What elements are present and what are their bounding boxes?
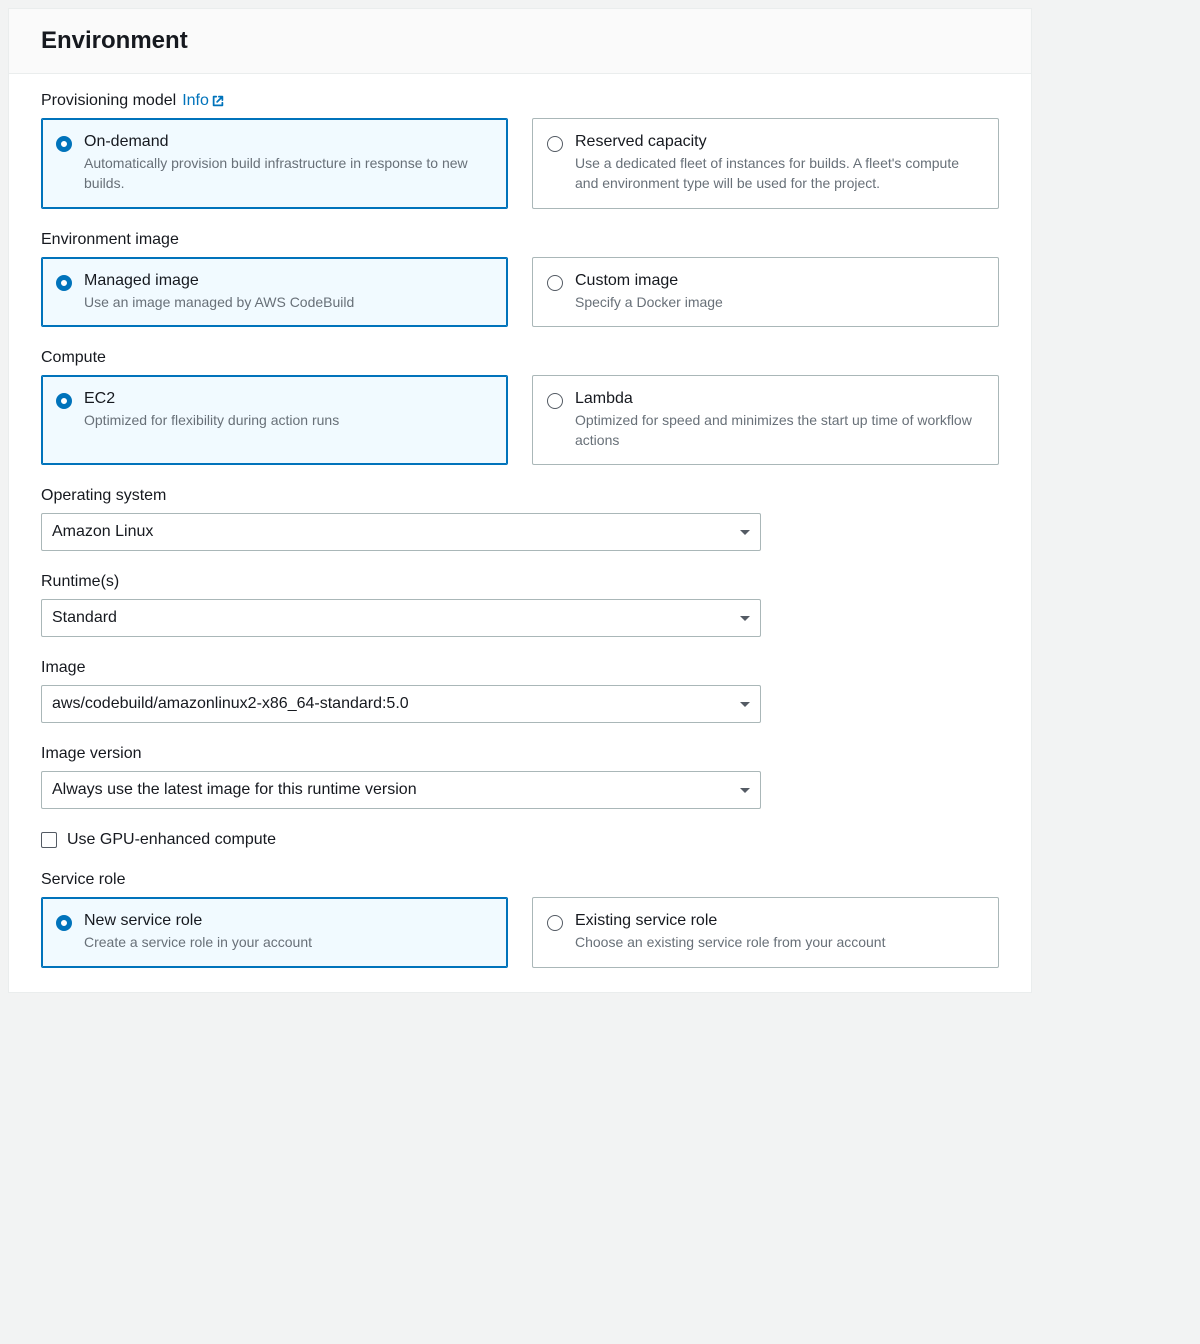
radio-icon bbox=[547, 136, 563, 152]
image-label: Image bbox=[41, 659, 85, 677]
image-field: Image aws/codebuild/amazonlinux2-x86_64-… bbox=[41, 659, 999, 723]
provisioning-info-link[interactable]: Info bbox=[182, 92, 225, 110]
gpu-label: Use GPU-enhanced compute bbox=[67, 831, 276, 849]
runtime-label: Runtime(s) bbox=[41, 573, 119, 591]
os-field: Operating system Amazon Linux bbox=[41, 487, 999, 551]
service-role-option-new[interactable]: New service role Create a service role i… bbox=[41, 897, 508, 967]
panel-header: Environment bbox=[9, 9, 1031, 74]
os-label: Operating system bbox=[41, 487, 166, 505]
service-role-field: Service role New service role Create a s… bbox=[41, 871, 999, 967]
image-version-value: Always use the latest image for this run… bbox=[52, 778, 417, 802]
service-role-option-existing[interactable]: Existing service role Choose an existing… bbox=[532, 897, 999, 967]
radio-icon bbox=[56, 915, 72, 931]
compute-field: Compute EC2 Optimized for flexibility du… bbox=[41, 349, 999, 466]
environment-image-label: Environment image bbox=[41, 231, 179, 249]
provisioning-label: Provisioning model bbox=[41, 92, 176, 110]
option-title: Lambda bbox=[575, 390, 984, 408]
external-link-icon bbox=[211, 94, 225, 108]
environment-panel: Environment Provisioning model Info On-d bbox=[8, 8, 1032, 993]
option-desc: Optimized for speed and minimizes the st… bbox=[575, 410, 984, 451]
option-desc: Choose an existing service role from you… bbox=[575, 932, 885, 952]
radio-icon bbox=[56, 275, 72, 291]
option-desc: Automatically provision build infrastruc… bbox=[84, 153, 493, 194]
compute-option-lambda[interactable]: Lambda Optimized for speed and minimizes… bbox=[532, 375, 999, 466]
runtime-field: Runtime(s) Standard bbox=[41, 573, 999, 637]
service-role-label: Service role bbox=[41, 871, 125, 889]
option-title: Reserved capacity bbox=[575, 133, 984, 151]
env-image-option-managed[interactable]: Managed image Use an image managed by AW… bbox=[41, 257, 508, 327]
option-title: Existing service role bbox=[575, 912, 885, 930]
image-version-field: Image version Always use the latest imag… bbox=[41, 745, 999, 809]
radio-icon bbox=[547, 393, 563, 409]
gpu-field: Use GPU-enhanced compute bbox=[41, 831, 999, 849]
runtime-value: Standard bbox=[52, 606, 117, 630]
panel-title: Environment bbox=[41, 27, 999, 55]
option-desc: Create a service role in your account bbox=[84, 932, 312, 952]
env-image-option-custom[interactable]: Custom image Specify a Docker image bbox=[532, 257, 999, 327]
option-title: Managed image bbox=[84, 272, 354, 290]
runtime-select[interactable]: Standard bbox=[41, 599, 761, 637]
option-title: Custom image bbox=[575, 272, 723, 290]
option-desc: Use a dedicated fleet of instances for b… bbox=[575, 153, 984, 194]
compute-label: Compute bbox=[41, 349, 106, 367]
radio-icon bbox=[547, 275, 563, 291]
image-value: aws/codebuild/amazonlinux2-x86_64-standa… bbox=[52, 692, 409, 716]
os-select[interactable]: Amazon Linux bbox=[41, 513, 761, 551]
radio-icon bbox=[56, 393, 72, 409]
image-version-label: Image version bbox=[41, 745, 142, 763]
compute-option-ec2[interactable]: EC2 Optimized for flexibility during act… bbox=[41, 375, 508, 466]
gpu-checkbox[interactable] bbox=[41, 832, 57, 848]
option-desc: Use an image managed by AWS CodeBuild bbox=[84, 292, 354, 312]
provisioning-option-on-demand[interactable]: On-demand Automatically provision build … bbox=[41, 118, 508, 209]
provisioning-field: Provisioning model Info On-demand Automa… bbox=[41, 92, 999, 209]
option-title: On-demand bbox=[84, 133, 493, 151]
provisioning-option-reserved-capacity[interactable]: Reserved capacity Use a dedicated fleet … bbox=[532, 118, 999, 209]
option-desc: Specify a Docker image bbox=[575, 292, 723, 312]
environment-image-field: Environment image Managed image Use an i… bbox=[41, 231, 999, 327]
os-value: Amazon Linux bbox=[52, 520, 153, 544]
image-version-select[interactable]: Always use the latest image for this run… bbox=[41, 771, 761, 809]
option-title: New service role bbox=[84, 912, 312, 930]
option-desc: Optimized for flexibility during action … bbox=[84, 410, 339, 430]
option-title: EC2 bbox=[84, 390, 339, 408]
image-select[interactable]: aws/codebuild/amazonlinux2-x86_64-standa… bbox=[41, 685, 761, 723]
radio-icon bbox=[547, 915, 563, 931]
radio-icon bbox=[56, 136, 72, 152]
